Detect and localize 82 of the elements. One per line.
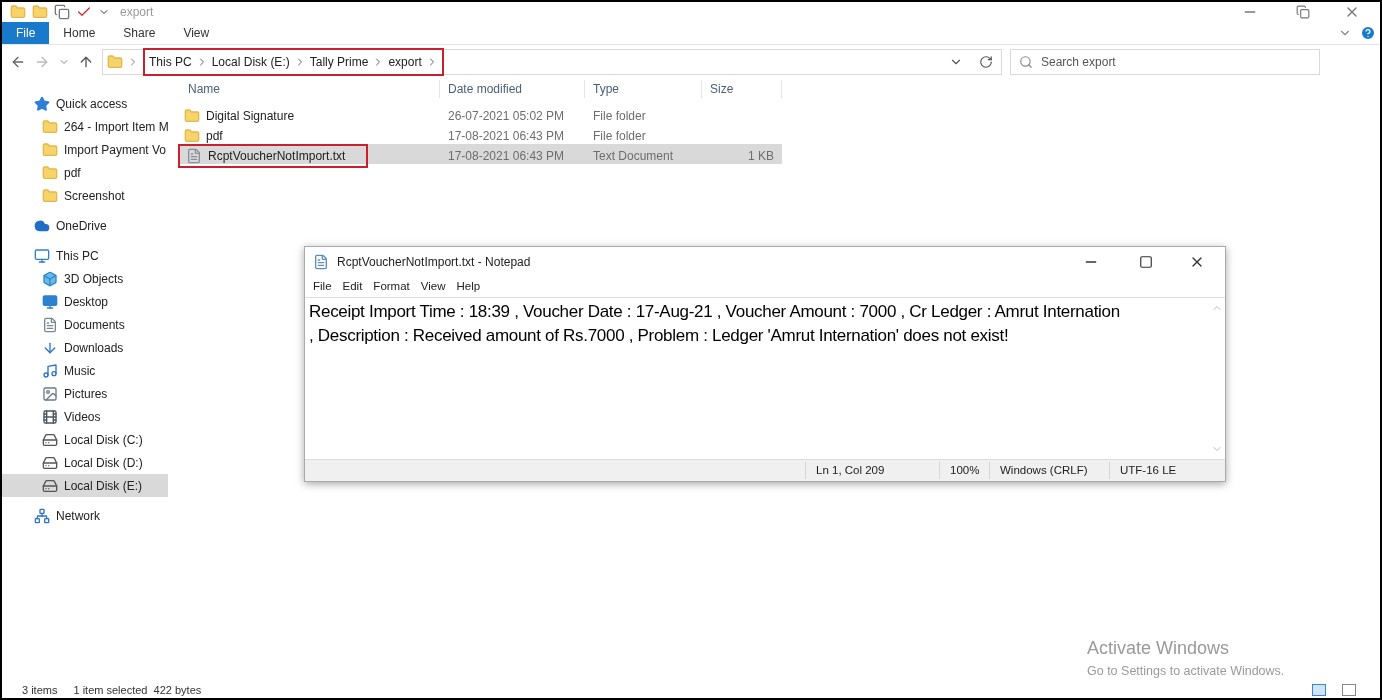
column-header[interactable]: Type xyxy=(585,80,702,98)
date-cell-text: 26-07-2021 05:02 PM xyxy=(447,108,566,125)
film-icon xyxy=(42,408,58,425)
text-area[interactable]: Receipt Import Time : 18:39 , Voucher Date : 17-Aug-21 , Voucher Amount : 7000 , Cr Ledger : Amrut Internation , Description : Received amount of Rs.7000 , Problem : Ledger 'Amrut Internation' does not exist! xyxy=(305,298,1209,459)
sidebar-item[interactable]: 3D Objects xyxy=(2,267,168,290)
date-cell-text: 17-08-2021 06:43 PM xyxy=(447,148,566,165)
notepad-icon xyxy=(313,254,329,270)
maximize-icon[interactable] xyxy=(1139,255,1153,269)
folder-icon xyxy=(42,141,58,158)
sidebar-item[interactable]: Local Disk (D:) xyxy=(2,451,168,474)
sidebar-item[interactable]: Documents xyxy=(2,313,168,336)
sidebar-item[interactable]: Music xyxy=(2,359,168,382)
sidebar-item[interactable]: Desktop xyxy=(2,290,168,313)
column-header[interactable]: Name xyxy=(178,80,440,98)
type-cell-text: File folder xyxy=(592,108,647,125)
menu-item[interactable]: File xyxy=(313,278,332,296)
sidebar-item[interactable]: Local Disk (E:) xyxy=(2,474,168,497)
pictures-icon xyxy=(42,385,58,402)
restore-icon[interactable] xyxy=(1296,5,1310,19)
menu-item[interactable]: Edit xyxy=(342,278,363,296)
sidebar-item[interactable]: Screenshot xyxy=(2,184,168,207)
sidebar-item[interactable]: Videos xyxy=(2,405,168,428)
star-icon xyxy=(34,95,50,112)
window-title: RcptVoucherNotImport.txt - Notepad xyxy=(337,254,531,271)
folder-icon xyxy=(42,187,58,204)
breadcrumb[interactable]: Tally Prime xyxy=(309,52,369,71)
column-header[interactable]: Date modified xyxy=(440,80,585,98)
column-header[interactable]: Size xyxy=(702,80,782,98)
size-cell-text: 1 KB xyxy=(747,148,775,165)
sidebar-item[interactable]: Import Payment Vo xyxy=(2,138,168,161)
ribbon-tab[interactable]: Home xyxy=(49,22,110,44)
menu-item[interactable]: View xyxy=(420,278,446,296)
document-icon xyxy=(42,316,58,333)
tiles-view-icon[interactable] xyxy=(1342,684,1356,696)
ribbon-tab[interactable]: Share xyxy=(109,22,170,44)
drive-icon xyxy=(42,431,58,448)
sidebar-item[interactable]: Local Disk (C:) xyxy=(2,428,168,451)
folder-icon xyxy=(184,128,200,144)
details-view-icon[interactable] xyxy=(1312,684,1326,696)
folder-icon xyxy=(42,118,58,135)
desktop-icon xyxy=(42,293,58,310)
network-icon xyxy=(34,507,50,524)
date-cell-text: 17-08-2021 06:43 PM xyxy=(447,128,566,145)
status-text: 1 item selected 422 bytes xyxy=(73,682,202,698)
search-field[interactable]: Search export xyxy=(1010,48,1320,75)
folder-icon xyxy=(184,108,200,124)
folder-icon xyxy=(42,164,58,181)
ribbon-tab[interactable]: View xyxy=(169,22,224,44)
search-icon xyxy=(1019,54,1033,69)
highlight-frame: RcptVoucherNotImport.txt xyxy=(178,144,368,168)
sidebar-item[interactable]: Network xyxy=(2,504,168,527)
folder-icon xyxy=(10,4,26,20)
breadcrumb[interactable]: Local Disk (E:) xyxy=(211,52,290,71)
breadcrumb[interactable]: This PC xyxy=(149,52,192,71)
menu-item[interactable]: Format xyxy=(373,278,410,296)
music-icon xyxy=(42,362,58,379)
sidebar-item[interactable]: Pictures xyxy=(2,382,168,405)
notepad-status-bar: Ln 1, Col 209 100% Windows (CRLF) UTF-16 LE xyxy=(305,459,1225,481)
drive-icon xyxy=(42,454,58,471)
type-cell-text: Text Document xyxy=(592,148,675,165)
breadcrumb[interactable]: export xyxy=(388,52,422,71)
sidebar-item[interactable]: OneDrive xyxy=(2,214,168,237)
text-file-icon xyxy=(186,148,202,164)
help-icon[interactable] xyxy=(1360,25,1376,41)
status-text: 3 items xyxy=(22,682,58,698)
menu-item[interactable]: Help xyxy=(456,278,481,296)
drive-icon xyxy=(42,477,58,494)
activation-title: Activate Windows xyxy=(1087,637,1231,660)
type-cell-text: File folder xyxy=(592,128,647,145)
sidebar-item[interactable]: Downloads xyxy=(2,336,168,359)
sidebar-item[interactable]: 264 - Import Item M xyxy=(2,115,168,138)
window-title: export xyxy=(120,4,154,21)
activation-text: Go to Settings to activate Windows. xyxy=(1087,663,1285,680)
refresh-icon[interactable] xyxy=(979,54,993,69)
ribbon-tab[interactable]: File xyxy=(2,22,50,44)
monitor-icon xyxy=(34,247,50,264)
sidebar-item[interactable]: Quick access xyxy=(2,92,168,115)
folder-icon xyxy=(107,53,123,70)
cube-icon xyxy=(42,270,58,287)
address-bar[interactable]: This PC Local Disk (E:) Tally Prime export xyxy=(102,48,1002,75)
sidebar-item[interactable]: pdf xyxy=(2,161,168,184)
sidebar-item[interactable]: This PC xyxy=(2,244,168,267)
